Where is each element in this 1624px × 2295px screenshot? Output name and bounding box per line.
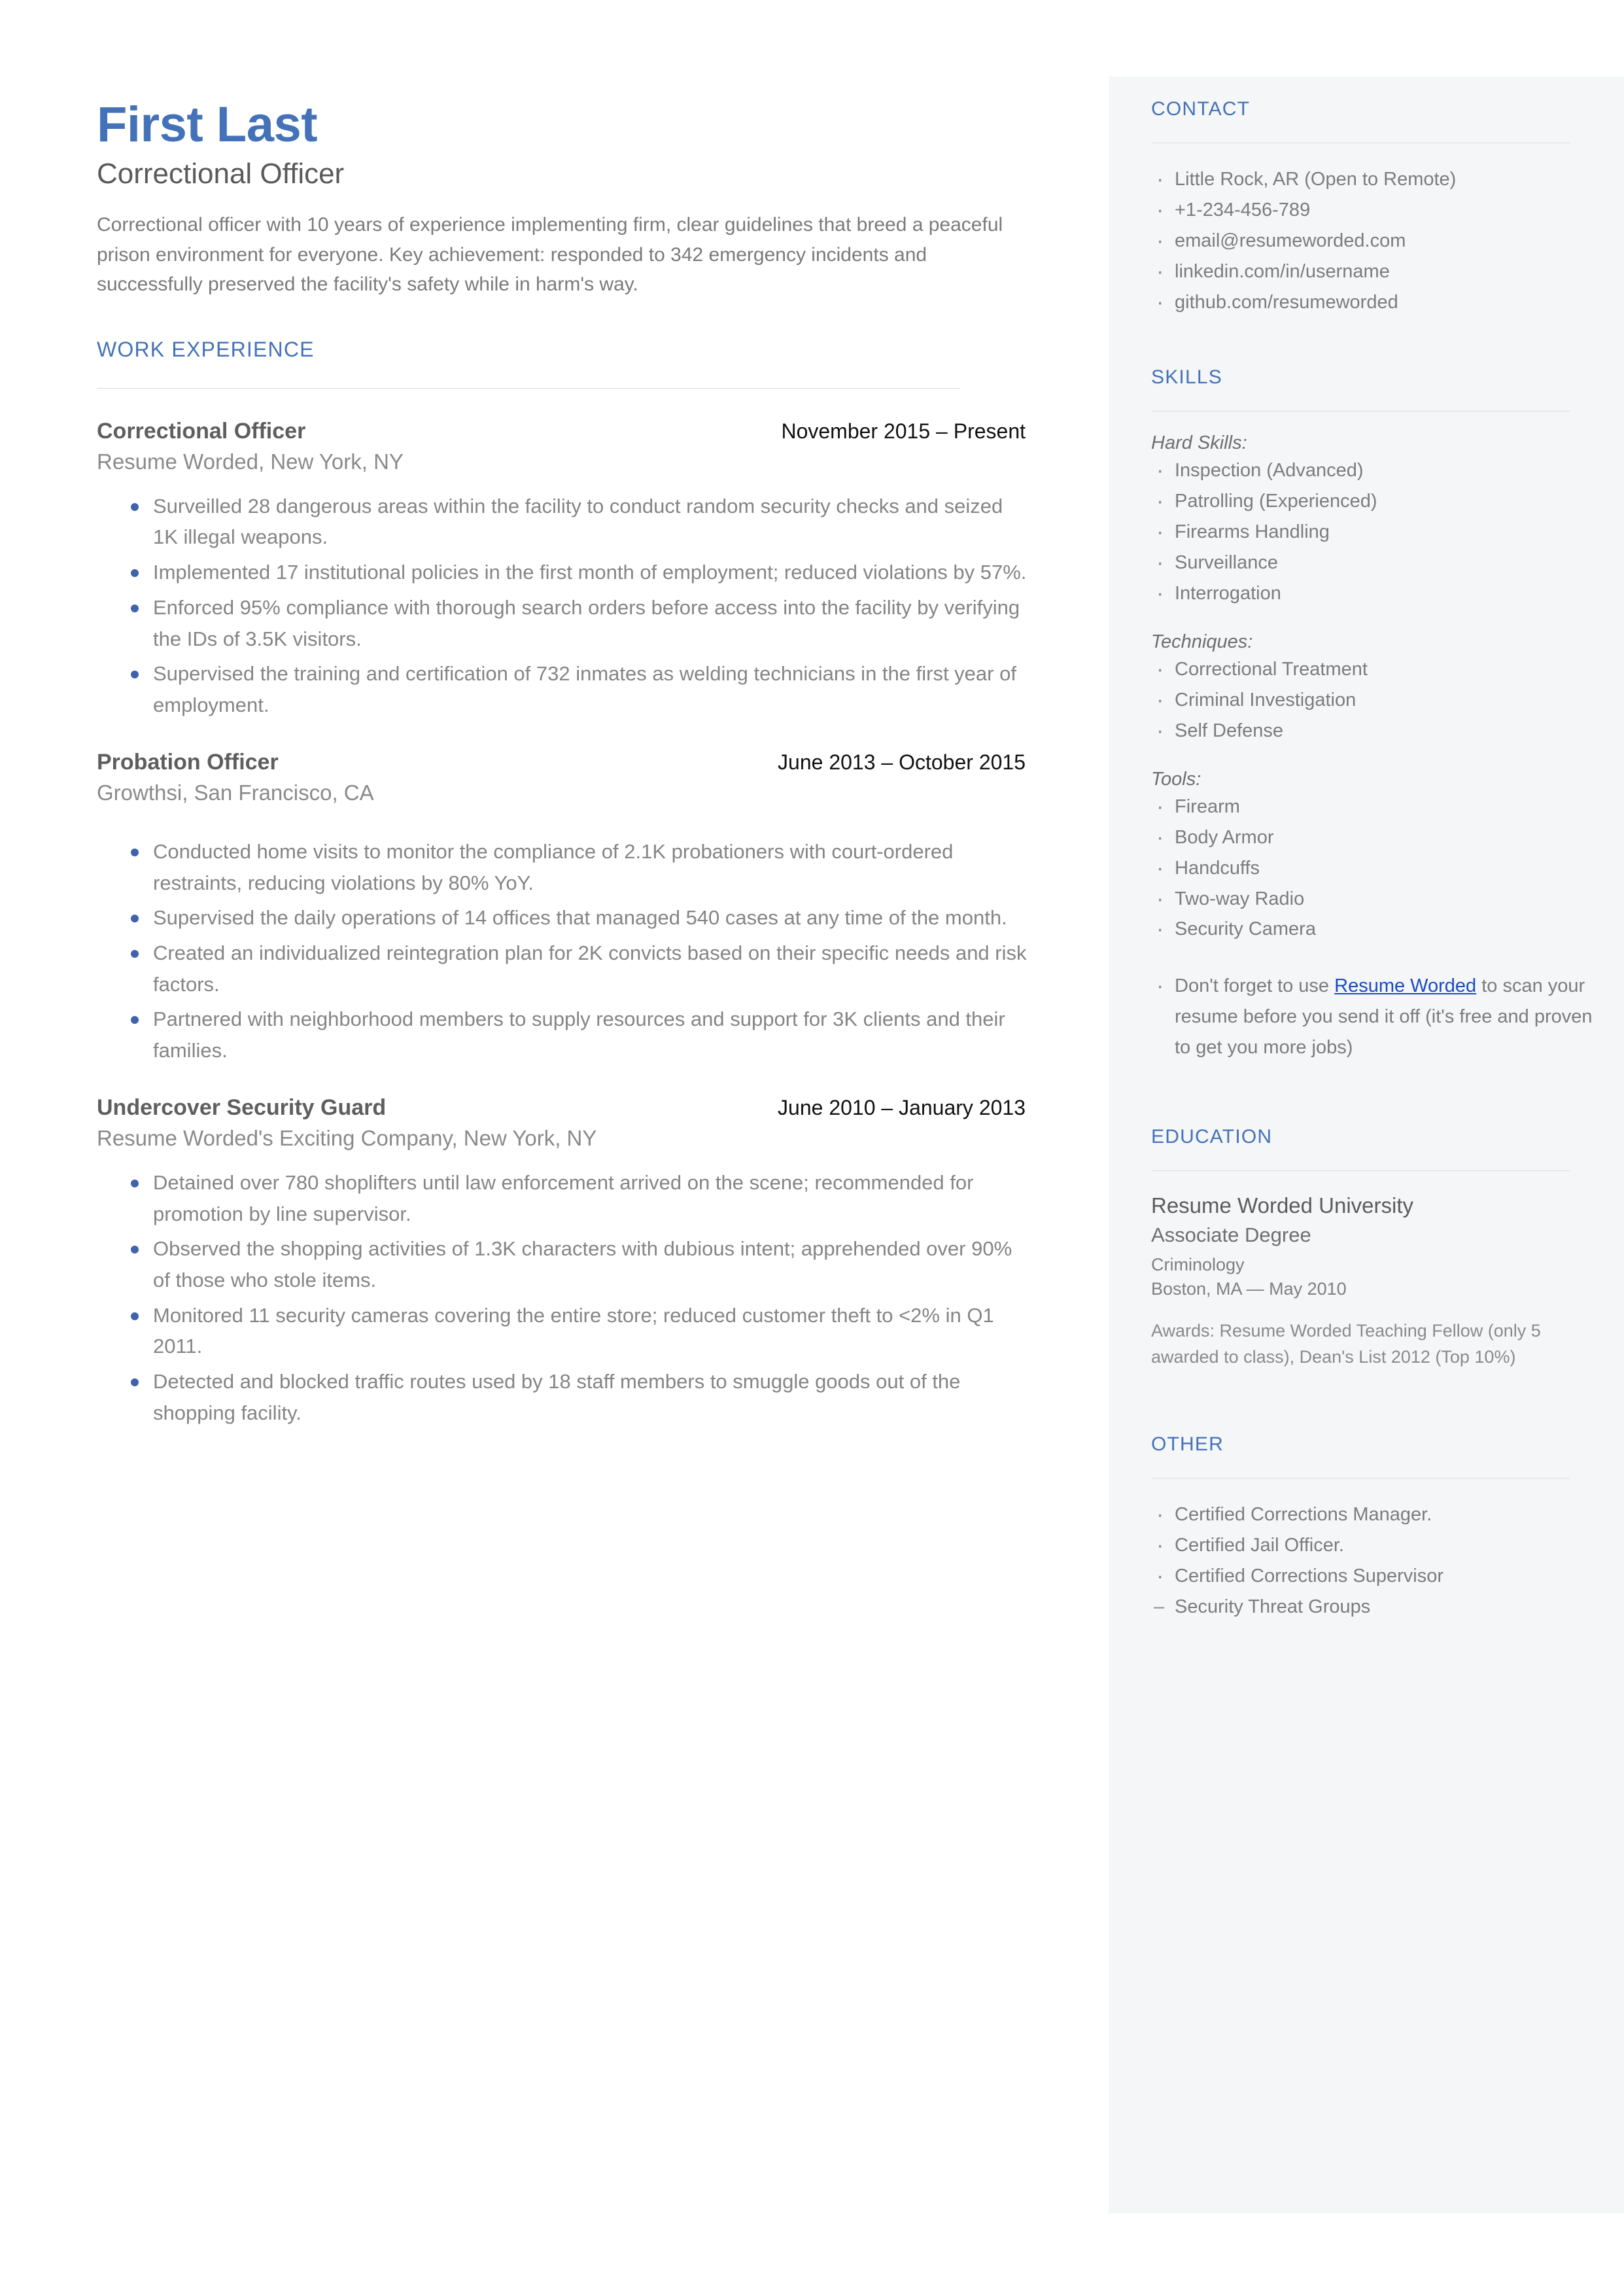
promo-text-before: Don't forget to use [1175,975,1335,997]
job-title: Undercover Security Guard [97,1095,387,1120]
contact-linkedin: linkedin.com/in/username [1151,254,1596,289]
contact-location: Little Rock, AR (Open to Remote) [1151,162,1596,197]
education-degree: Associate Degree [1151,1223,1311,1247]
job-bullet: Detained over 780 shoplifters until law … [97,1167,1029,1229]
other-item: Certified Corrections Supervisor [1151,1559,1596,1594]
job-bullet: Monitored 11 security cameras covering t… [97,1300,1029,1362]
contact-heading: CONTACT [1151,98,1251,120]
job-company: Resume Worded, New York, NY [97,449,404,474]
sidebar-content: CONTACT Little Rock, AR (Open to Remote)… [1151,98,1596,1622]
job-dates: November 2015 – Present [781,419,1026,443]
job-entry: Probation Officer June 2013 – October 20… [97,750,1045,1066]
job-bullet: Conducted home visits to monitor the com… [97,836,1029,898]
main-column: First Last Correctional Officer Correcti… [97,97,1045,1458]
skill-item: Correctional Treatment [1151,652,1596,687]
other-heading: OTHER [1151,1433,1224,1456]
job-bullet: Observed the shopping activities of 1.3K… [97,1233,1029,1295]
skill-item: Firearm [1151,790,1596,824]
job-header-row: Correctional Officer November 2015 – Pre… [97,419,1026,444]
job-header-row: Undercover Security Guard June 2010 – Ja… [97,1095,1026,1121]
hard-skills-list: Inspection (Advanced) Patrolling (Experi… [1151,453,1596,611]
job-bullet: Detected and blocked traffic routes used… [97,1366,1029,1428]
contact-list: Little Rock, AR (Open to Remote) +1-234-… [1151,162,1596,320]
other-list: Certified Corrections Manager. Certified… [1151,1498,1596,1594]
education-school: Resume Worded University [1151,1193,1414,1218]
skills-group-label: Techniques: [1151,631,1253,652]
job-title: Probation Officer [97,749,279,775]
job-bullet: Partnered with neighborhood members to s… [97,1004,1029,1066]
skills-divider [1151,410,1570,412]
job-dates: June 2010 – January 2013 [778,1095,1026,1119]
skill-item: Patrolling (Experienced) [1151,484,1596,519]
job-title: Correctional Officer [97,418,306,444]
contact-section: CONTACT Little Rock, AR (Open to Remote)… [1151,98,1596,320]
contact-email: email@resumeworded.com [1151,224,1596,258]
resume-worded-link[interactable]: Resume Worded [1334,975,1476,996]
job-entry: Undercover Security Guard June 2010 – Ja… [97,1095,1045,1429]
candidate-summary: Correctional officer with 10 years of ex… [97,214,1003,296]
skill-item: Body Armor [1151,820,1596,855]
other-divider [1151,1478,1570,1479]
skill-item: Inspection (Advanced) [1151,453,1596,488]
skill-item: Security Camera [1151,912,1596,947]
other-item: Certified Corrections Manager. [1151,1498,1596,1532]
education-awards: Awards: Resume Worded Teaching Fellow (o… [1151,1321,1541,1367]
techniques-list: Correctional Treatment Criminal Investig… [1151,652,1596,748]
skill-item: Firearms Handling [1151,515,1596,550]
education-location-date: Boston, MA — May 2010 [1151,1279,1347,1299]
job-dates: June 2013 – October 2015 [778,750,1026,774]
job-header-row: Probation Officer June 2013 – October 20… [97,750,1026,775]
resume-page: First Last Correctional Officer Correcti… [0,0,1624,2295]
skill-item: Interrogation [1151,576,1596,611]
skills-group-label: Hard Skills: [1151,432,1247,453]
other-item: Certified Jail Officer. [1151,1528,1596,1563]
job-bullet-list: Surveilled 28 dangerous areas within the… [97,491,1045,721]
work-experience-divider [97,387,960,389]
skills-group-label: Tools: [1151,768,1201,790]
other-item-continuation: Security Threat Groups [1151,1592,1596,1622]
job-bullet: Enforced 95% compliance with thorough se… [97,592,1029,654]
skill-item: Handcuffs [1151,851,1596,886]
contact-phone: +1-234-456-789 [1151,193,1596,228]
job-entry: Correctional Officer November 2015 – Pre… [97,419,1045,721]
skill-item: Two-way Radio [1151,882,1596,917]
education-divider [1151,1170,1570,1172]
work-experience-heading: WORK EXPERIENCE [97,337,315,361]
skill-item: Surveillance [1151,546,1596,580]
job-bullet: Implemented 17 institutional policies in… [97,557,1029,588]
skills-heading: SKILLS [1151,366,1222,388]
skill-item: Criminal Investigation [1151,683,1596,718]
job-bullet: Created an individualized reintegration … [97,937,1029,1000]
promo-note: Don't forget to use Resume Worded to sca… [1151,969,1593,1063]
job-bullet: Surveilled 28 dangerous areas within the… [97,491,1029,553]
job-bullet-list: Detained over 780 shoplifters until law … [97,1167,1045,1429]
skills-section: SKILLS Hard Skills: Inspection (Advanced… [1151,366,1596,1064]
other-section: OTHER Certified Corrections Manager. Cer… [1151,1433,1596,1622]
education-field: Criminology [1151,1254,1245,1274]
skill-item: Self Defense [1151,714,1596,748]
job-bullet-list: Conducted home visits to monitor the com… [97,836,1045,1066]
job-bullet: Supervised the daily operations of 14 of… [97,902,1029,934]
job-bullet: Supervised the training and certificatio… [97,658,1029,720]
job-company: Resume Worded's Exciting Company, New Yo… [97,1125,597,1150]
education-heading: EDUCATION [1151,1126,1273,1148]
job-company: Growthsi, San Francisco, CA [97,780,374,805]
contact-github: github.com/resumeworded [1151,285,1596,320]
tools-list: Firearm Body Armor Handcuffs Two-way Rad… [1151,790,1596,947]
education-section: EDUCATION Resume Worded University Assoc… [1151,1126,1596,1371]
candidate-name: First Last [97,97,318,152]
candidate-headline: Correctional Officer [97,158,345,190]
